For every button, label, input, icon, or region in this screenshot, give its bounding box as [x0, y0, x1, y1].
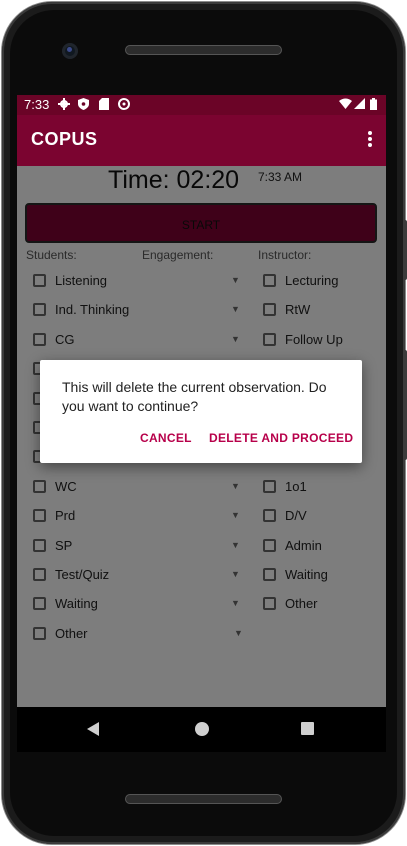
sdcard-icon	[99, 98, 109, 113]
volume-button	[403, 220, 407, 280]
app-bar: COPUS	[17, 115, 386, 166]
status-time: 7:33	[24, 97, 50, 112]
app-screen: 7:33 COPUS This will delete the current …	[17, 95, 386, 707]
more-vert-icon[interactable]	[368, 131, 372, 149]
recents-icon[interactable]	[301, 722, 314, 735]
status-bar: 7:33	[17, 95, 386, 115]
wifi-icon	[339, 98, 352, 112]
phone-frame: 7:33 COPUS This will delete the current …	[0, 0, 407, 846]
bottom-speaker	[125, 794, 282, 804]
battery-icon	[370, 98, 377, 113]
delete-and-proceed-button[interactable]: DELETE AND PROCEED	[209, 431, 353, 445]
system-nav-bar	[17, 707, 386, 752]
app-title: COPUS	[31, 129, 98, 149]
gear-icon	[58, 98, 70, 113]
home-icon[interactable]	[195, 722, 209, 736]
confirm-dialog: This will delete the current observation…	[40, 360, 362, 463]
power-button	[403, 350, 407, 460]
signal-icon	[354, 98, 365, 112]
dialog-message: This will delete the current observation…	[62, 379, 327, 414]
shield-icon	[78, 98, 89, 113]
cancel-button[interactable]: CANCEL	[140, 431, 192, 445]
sync-icon	[118, 98, 130, 113]
back-icon[interactable]	[87, 722, 99, 736]
top-speaker	[125, 45, 282, 55]
front-camera	[62, 43, 78, 59]
